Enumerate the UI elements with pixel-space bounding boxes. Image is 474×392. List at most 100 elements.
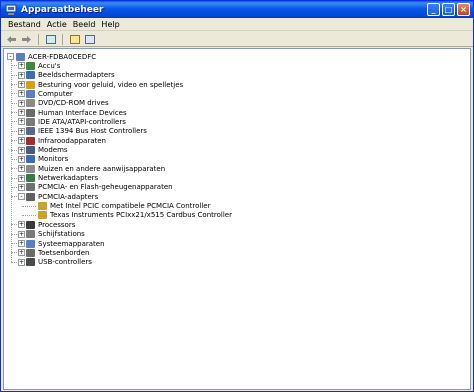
tree-item[interactable]: Infraroodapparaten [26,136,106,145]
infrared-icon [26,136,35,145]
tree-item-label: Modems [38,146,68,154]
tree-item-label: Monitors [38,155,69,164]
processor-icon [26,220,35,229]
tree-child-item[interactable]: Met Intel PCIC compatibele PCMCIA Contro… [38,202,210,211]
expand-icon[interactable]: + [18,249,25,257]
tree-item-label: Infraroodapparaten [38,136,106,145]
title-bar[interactable]: Apparaatbeheer _ □ × [1,1,473,18]
tree-item[interactable]: IEEE 1394 Bus Host Controllers [26,127,147,136]
expand-icon[interactable]: + [18,71,25,79]
tree-item[interactable]: Schijfstations [26,230,85,239]
expand-icon[interactable]: + [18,146,25,154]
expand-icon[interactable]: + [18,118,25,126]
maximize-button[interactable]: □ [442,3,455,16]
tree-item-label: USB-controllers [38,258,92,267]
expand-icon[interactable]: + [18,109,25,117]
close-button[interactable]: × [457,3,470,16]
tree-item[interactable]: Muizen en andere aanwijsapparaten [26,164,165,173]
tree-item-label: Computer [38,89,73,98]
tree-item-label: Systeemapparaten [38,239,105,248]
computer-icon [26,89,35,98]
expand-icon[interactable]: + [18,174,25,182]
expand-icon[interactable]: + [18,62,25,70]
expand-icon[interactable]: + [18,99,25,107]
tree-item[interactable]: PCMCIA-adapters [26,192,98,201]
tree-item-label: DVD/CD-ROM drives [38,99,109,108]
toolbar [1,32,473,47]
expand-icon[interactable]: + [18,81,25,89]
menu-bestand[interactable]: Bestand [5,20,44,29]
display-adapter-icon [26,71,35,80]
menu-beeld[interactable]: Beeld [70,20,99,29]
expand-icon[interactable]: + [18,155,25,163]
menu-actie[interactable]: Actie [44,20,70,29]
tree-item-label: ACER-FDBA0CEDFC [28,52,97,61]
tree-item-label: Processors [38,220,76,229]
tree-item-label: Met Intel PCIC compatibele PCMCIA Contro… [50,202,211,211]
sound-icon [26,80,35,89]
tree-item-label: Texas Instruments PCIxx21/x515 Cardbus C… [50,211,232,220]
expand-icon[interactable]: + [18,90,25,98]
device-tree: - ACER-FDBA0CEDFC + Accu's + Beeldschermadapt… [3,48,471,390]
system-icon [26,239,35,248]
pcmcia-controller-icon [38,202,47,211]
tree-item[interactable]: Processors [26,220,75,229]
toolbar-separator [38,33,39,45]
menu-bar: Bestand Actie Beeld Help [1,18,473,31]
tree-root[interactable]: ACER-FDBA0CEDFC [16,52,96,61]
menu-help[interactable]: Help [98,20,122,29]
pcmcia-icon [26,183,35,192]
collapse-icon[interactable]: - [18,193,25,201]
computer-icon [16,52,25,61]
tree-item-label: Accu's [38,61,61,70]
pcmcia-controller-icon [38,211,47,220]
tree-item-label: PCMCIA-adapters [38,192,99,201]
tree-item[interactable]: USB-controllers [26,258,92,267]
expand-icon[interactable]: + [18,240,25,247]
tree-item-label: PCMCIA- en Flash-geheugenapparaten [38,183,173,192]
tree-item[interactable]: IDE ATA/ATAPI-controllers [26,117,126,126]
tree-item-label: Beeldschermadapters [38,71,115,80]
properties-icon[interactable] [44,33,57,45]
tree-item[interactable]: Netwerkadapters [26,174,98,183]
scan-icon[interactable] [83,33,96,45]
tree-item[interactable]: Human Interface Devices [26,108,127,117]
tree-item[interactable]: Systeemapparaten [26,239,105,248]
help-icon[interactable] [68,33,81,45]
tree-item[interactable]: Toetsenborden [26,248,89,257]
mouse-icon [26,164,35,173]
hid-icon [26,108,35,117]
expand-icon[interactable]: + [18,127,25,135]
disk-icon [26,230,35,239]
tree-item[interactable]: Computer [26,89,73,98]
tree-item-label: Netwerkadapters [38,174,99,183]
battery-icon [26,61,35,70]
tree-item[interactable]: PCMCIA- en Flash-geheugenapparaten [26,183,173,192]
expand-icon[interactable]: + [18,137,25,145]
tree-item-label: Toetsenborden [38,248,90,257]
back-icon[interactable] [5,33,18,45]
tree-item-label: IDE ATA/ATAPI-controllers [38,117,126,126]
monitor-icon [26,155,35,164]
expand-icon[interactable]: + [18,183,25,191]
tree-item[interactable]: Modems [26,146,68,155]
forward-icon[interactable] [20,33,33,45]
window-title: Apparaatbeheer [21,4,104,15]
tree-item[interactable]: Monitors [26,155,68,164]
tree-item-label: Human Interface Devices [38,108,127,117]
tree-child-item[interactable]: Texas Instruments PCIxx21/x515 Cardbus C… [38,211,232,220]
usb-icon [26,258,35,267]
firewire-icon [26,127,35,136]
tree-item[interactable]: Besturing voor geluid, video en spelletj… [26,80,183,89]
expand-icon[interactable]: + [18,230,25,238]
minimize-button[interactable]: _ [427,3,440,16]
tree-item-label: Besturing voor geluid, video en spelletj… [38,80,184,89]
expand-icon[interactable]: + [18,221,25,229]
expand-icon[interactable]: + [18,165,25,173]
expand-icon[interactable]: + [18,258,25,266]
collapse-icon[interactable]: - [7,53,14,60]
keyboard-icon [26,248,35,257]
tree-item[interactable]: Beeldschermadapters [26,71,115,80]
tree-item[interactable]: DVD/CD-ROM drives [26,99,109,108]
tree-item[interactable]: Accu's [26,61,60,70]
